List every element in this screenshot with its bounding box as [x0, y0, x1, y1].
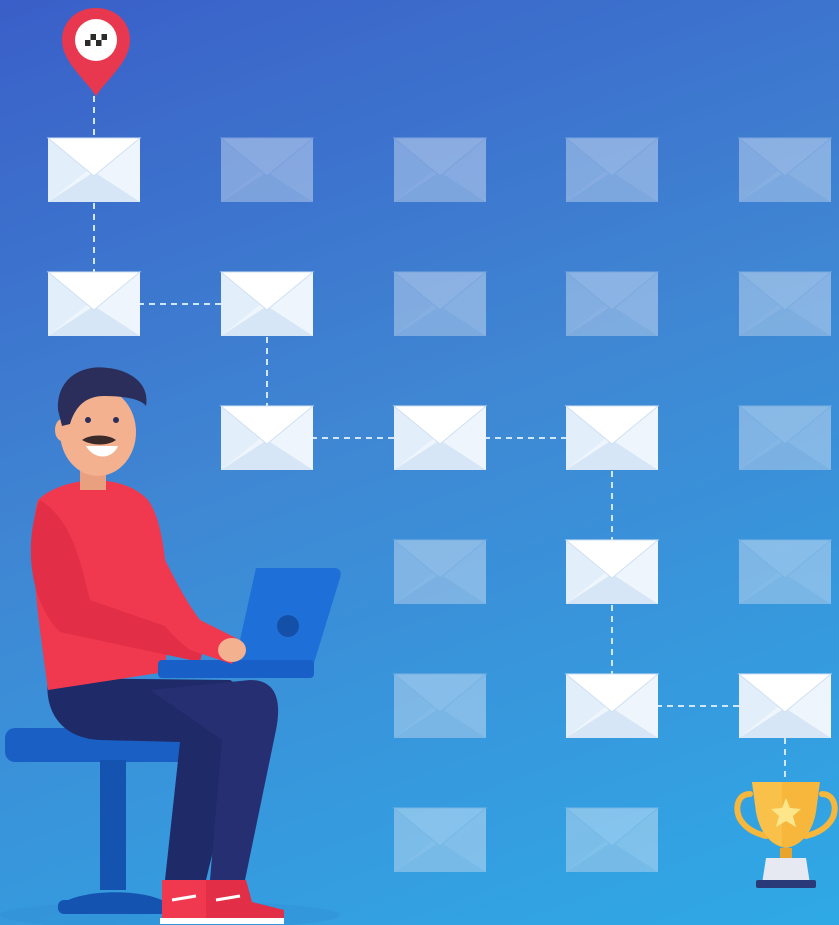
- envelope-icon: [564, 137, 660, 202]
- trophy-icon: [734, 782, 838, 888]
- envelope-icon: [564, 539, 660, 604]
- illustration-canvas: [0, 8, 838, 925]
- envelope-icon: [737, 271, 833, 336]
- envelope-icon: [392, 405, 488, 470]
- map-pin-icon: [62, 8, 130, 96]
- pants: [47, 678, 279, 880]
- envelope-icon: [737, 405, 833, 470]
- envelope-icon: [737, 137, 833, 202]
- envelope-icon: [392, 807, 488, 872]
- checkered-flag-icon: [85, 34, 107, 46]
- envelope-icon: [46, 137, 142, 202]
- shoes: [160, 880, 284, 924]
- envelope-icon: [564, 807, 660, 872]
- envelope-icon: [46, 271, 142, 336]
- envelope-icon: [564, 405, 660, 470]
- envelope-icon: [219, 405, 315, 470]
- envelope-icon: [219, 271, 315, 336]
- envelope-icon: [564, 673, 660, 738]
- envelope-icon: [392, 539, 488, 604]
- email-journey-illustration: [0, 0, 839, 925]
- envelope-icon: [564, 271, 660, 336]
- envelope-icon: [392, 137, 488, 202]
- envelope-icon: [392, 673, 488, 738]
- envelope-icon: [219, 137, 315, 202]
- envelope-icon: [737, 539, 833, 604]
- envelope-icon: [392, 271, 488, 336]
- envelope-icon: [737, 673, 833, 738]
- head: [55, 367, 147, 476]
